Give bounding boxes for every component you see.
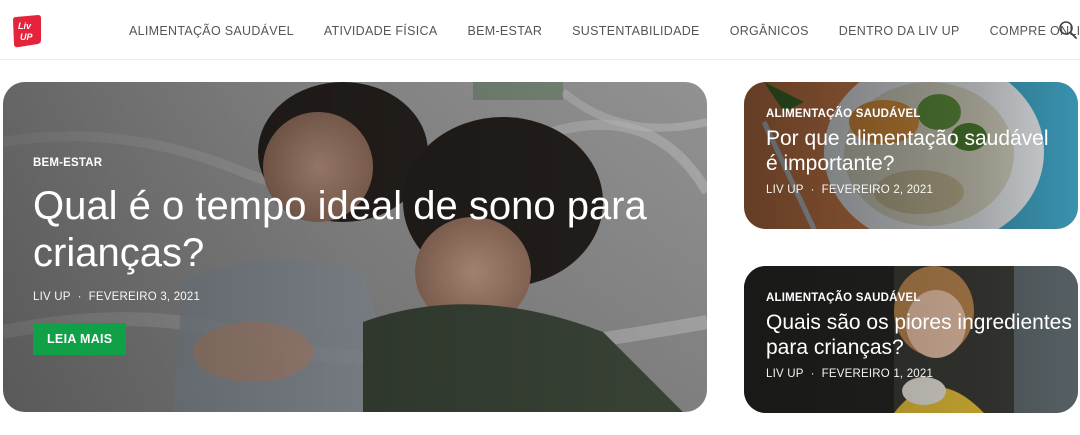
side-post-content: ALIMENTAÇÃO SAUDÁVEL Por que alimentação… xyxy=(766,108,1066,196)
featured-post-author[interactable]: LIV UP xyxy=(33,291,71,303)
featured-post-meta: LIV UP · FEVEREIRO 3, 2021 xyxy=(33,291,673,303)
featured-post-card[interactable]: BEM-ESTAR Qual é o tempo ideal de sono p… xyxy=(3,82,707,412)
side-post-date: FEVEREIRO 1, 2021 xyxy=(821,368,934,380)
liv-up-logo[interactable]: Liv UP xyxy=(12,14,42,48)
featured-post-title[interactable]: Qual é o tempo ideal de sono para crianç… xyxy=(33,183,673,277)
search-icon[interactable] xyxy=(1058,20,1078,40)
svg-text:UP: UP xyxy=(20,32,33,42)
side-post-author[interactable]: LIV UP xyxy=(766,184,804,196)
side-post-category[interactable]: ALIMENTAÇÃO SAUDÁVEL xyxy=(766,292,1076,304)
meta-separator: · xyxy=(810,368,815,380)
meta-separator: · xyxy=(77,291,82,303)
side-post-meta: LIV UP · FEVEREIRO 2, 2021 xyxy=(766,184,1066,196)
side-post-card[interactable]: ALIMENTAÇÃO SAUDÁVEL Quais são os piores… xyxy=(744,266,1078,413)
read-more-button[interactable]: LEIA MAIS xyxy=(33,323,127,355)
featured-post-content: BEM-ESTAR Qual é o tempo ideal de sono p… xyxy=(33,157,673,355)
side-post-title[interactable]: Por que alimentação saudável é important… xyxy=(766,126,1066,176)
nav-item-dentro-da-liv-up[interactable]: DENTRO DA LIV UP xyxy=(839,24,960,38)
featured-post-date: FEVEREIRO 3, 2021 xyxy=(88,291,201,303)
nav-item-atividade-fisica[interactable]: ATIVIDADE FÍSICA xyxy=(324,24,438,38)
side-post-category[interactable]: ALIMENTAÇÃO SAUDÁVEL xyxy=(766,108,1066,120)
side-post-author[interactable]: LIV UP xyxy=(766,368,804,380)
side-post-content: ALIMENTAÇÃO SAUDÁVEL Quais são os piores… xyxy=(766,292,1076,380)
nav-item-sustentabilidade[interactable]: SUSTENTABILIDADE xyxy=(572,24,700,38)
main-nav: ALIMENTAÇÃO SAUDÁVEL ATIVIDADE FÍSICA BE… xyxy=(114,0,1080,62)
nav-item-organicos[interactable]: ORGÂNICOS xyxy=(730,24,809,38)
side-post-meta: LIV UP · FEVEREIRO 1, 2021 xyxy=(766,368,1076,380)
nav-item-bem-estar[interactable]: BEM-ESTAR xyxy=(467,24,542,38)
side-post-date: FEVEREIRO 2, 2021 xyxy=(821,184,934,196)
meta-separator: · xyxy=(810,184,815,196)
featured-post-category[interactable]: BEM-ESTAR xyxy=(33,157,673,169)
side-post-title[interactable]: Quais são os piores ingredientes para cr… xyxy=(766,310,1076,360)
site-header: Liv UP ALIMENTAÇÃO SAUDÁVEL ATIVIDADE FÍ… xyxy=(0,0,1080,60)
nav-item-alimentacao-saudavel[interactable]: ALIMENTAÇÃO SAUDÁVEL xyxy=(129,24,294,38)
svg-text:Liv: Liv xyxy=(18,21,32,31)
side-post-card[interactable]: ALIMENTAÇÃO SAUDÁVEL Por que alimentação… xyxy=(744,82,1078,229)
